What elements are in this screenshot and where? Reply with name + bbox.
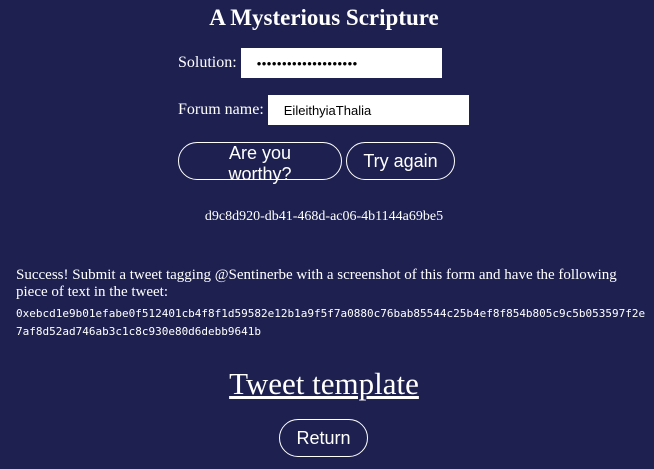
success-message: Success! Submit a tweet tagging @Sentine… (16, 267, 617, 300)
tweet-template-container: Tweet template (0, 366, 648, 402)
forum-name-label: Forum name: (178, 101, 264, 118)
are-you-worthy-button[interactable]: Are you worthy? (178, 142, 342, 184)
page-title: A Mysterious Scripture (209, 5, 439, 30)
page: A Mysterious Scripture Solution: Forum n… (0, 0, 654, 469)
uuid-text: d9c8d920-db41-468d-ac06-4b1144a69be5 (204, 209, 444, 224)
try-again-button[interactable]: Try again (346, 142, 455, 180)
forum-name-row: Forum name: (178, 95, 469, 125)
forum-name-input[interactable] (267, 95, 469, 125)
solution-input[interactable] (240, 48, 442, 78)
solution-label: Solution: (178, 54, 237, 71)
solution-row: Solution: (178, 48, 442, 78)
signature-hash: 0xebcd1e9b01efabe0f512401cb4f8f1d59582e1… (16, 307, 646, 338)
return-button[interactable]: Return (279, 419, 368, 457)
tweet-template-link[interactable]: Tweet template (229, 366, 419, 401)
